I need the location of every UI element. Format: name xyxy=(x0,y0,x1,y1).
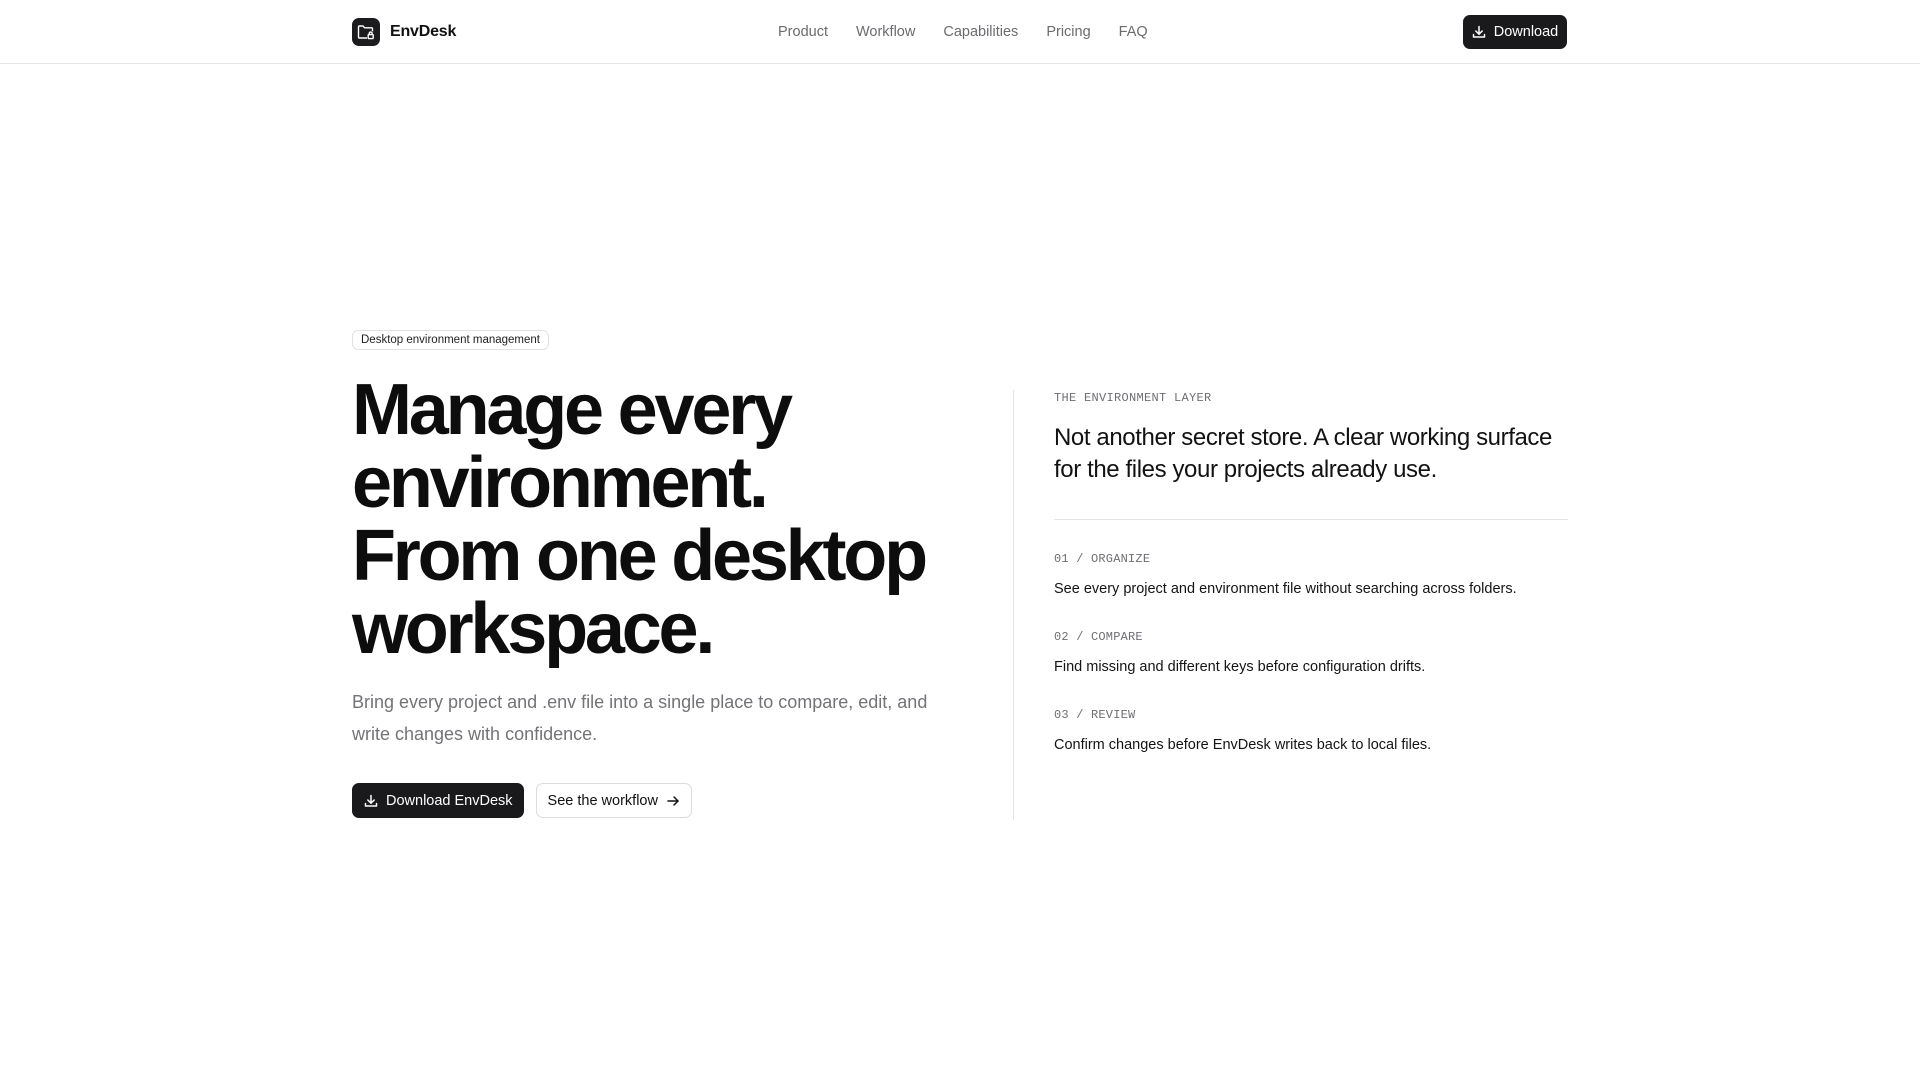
feature-organize: 01 / ORGANIZE See every project and envi… xyxy=(1054,551,1568,598)
download-icon xyxy=(364,794,378,808)
panel-eyebrow: THE ENVIRONMENT LAYER xyxy=(1054,391,1212,405)
feature-review: 03 / REVIEW Confirm changes before EnvDe… xyxy=(1054,707,1568,754)
brand-name: EnvDesk xyxy=(390,23,457,40)
panel-divider xyxy=(1054,519,1568,520)
nav-link-faq[interactable]: FAQ xyxy=(1119,22,1148,42)
feature-text: See every project and environment file w… xyxy=(1054,581,1517,597)
panel-lede: Not another secret store. A clear workin… xyxy=(1054,424,1552,483)
nav-link-product[interactable]: Product xyxy=(778,22,828,42)
download-icon xyxy=(1472,25,1486,39)
feature-label: 03 / REVIEW xyxy=(1054,708,1136,722)
nav-link-pricing[interactable]: Pricing xyxy=(1046,22,1090,42)
feature-text: Find missing and different keys before c… xyxy=(1054,659,1426,675)
header-download-button[interactable]: Download xyxy=(1463,15,1567,49)
hero-subtitle: Bring every project and .env file into a… xyxy=(352,692,928,744)
environment-layer-panel: THE ENVIRONMENT LAYER Not another secret… xyxy=(1054,390,1568,785)
feature-text: Confirm changes before EnvDesk writes ba… xyxy=(1054,737,1432,753)
folder-lock-icon xyxy=(352,18,380,46)
hero-cta-row: Download EnvDesk See the workflow xyxy=(352,783,692,818)
category-badge: Desktop environment management xyxy=(352,330,549,350)
see-workflow-label: See the workflow xyxy=(547,792,658,809)
feature-label: 01 / ORGANIZE xyxy=(1054,552,1151,566)
section-divider xyxy=(1013,390,1014,820)
nav-link-capabilities[interactable]: Capabilities xyxy=(943,22,1018,42)
headline-line-4: workspace. xyxy=(352,589,715,669)
feature-label: 02 / COMPARE xyxy=(1054,630,1143,644)
header-download-label: Download xyxy=(1493,24,1559,40)
headline-line-2: environment. xyxy=(352,443,769,523)
see-workflow-button[interactable]: See the workflow xyxy=(535,783,692,818)
feature-list: 01 / ORGANIZE See every project and envi… xyxy=(1054,551,1568,754)
nav-link-workflow[interactable]: Workflow xyxy=(856,22,915,42)
download-envdesk-button[interactable]: Download EnvDesk xyxy=(352,783,524,818)
headline-line-1: Manage every xyxy=(352,370,793,450)
download-envdesk-label: Download EnvDesk xyxy=(386,792,513,809)
top-navigation: EnvDesk Product Workflow Capabilities Pr… xyxy=(0,0,1920,64)
feature-compare: 02 / COMPARE Find missing and different … xyxy=(1054,629,1568,676)
primary-nav: Product Workflow Capabilities Pricing FA… xyxy=(778,22,1148,42)
hero-headline: Manage every environment. From one deskt… xyxy=(352,374,972,666)
headline-line-3: From one desktop xyxy=(352,516,928,596)
brand-link[interactable]: EnvDesk xyxy=(352,17,456,47)
arrow-right-icon xyxy=(666,794,680,808)
